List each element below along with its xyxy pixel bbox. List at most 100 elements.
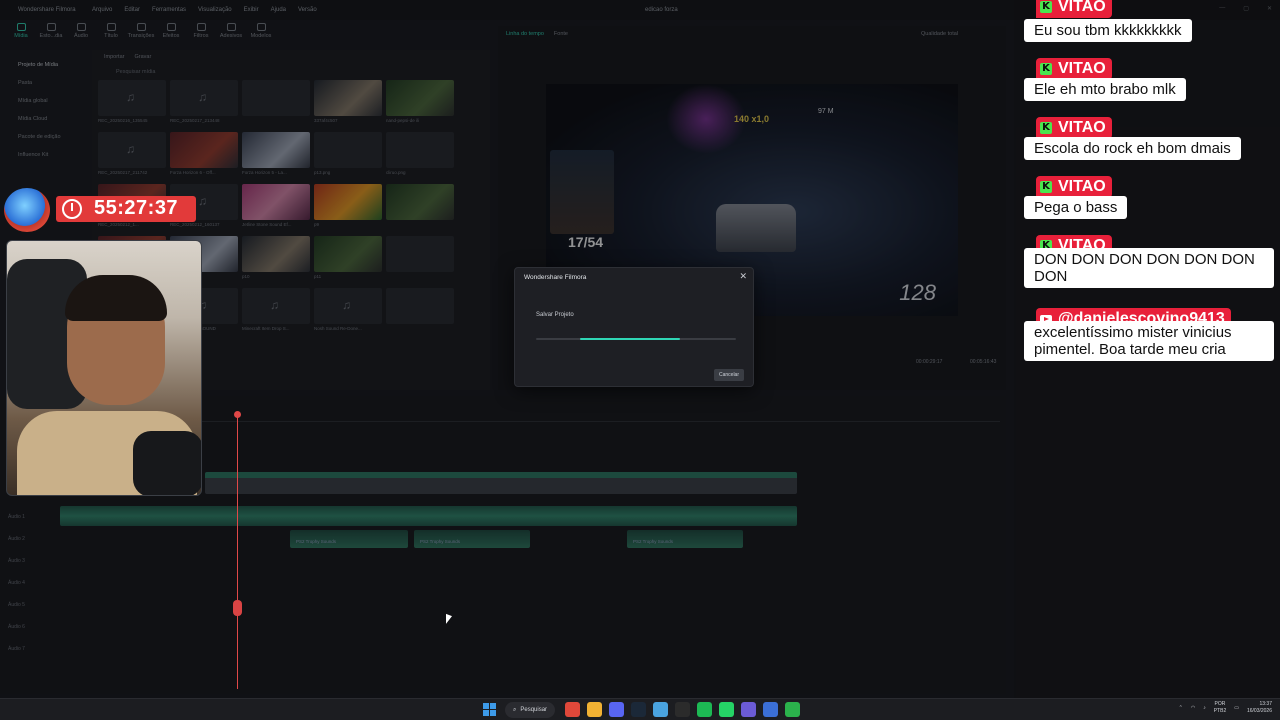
tool-audio[interactable]: Áudio [70,20,92,46]
media-item[interactable] [386,184,454,232]
sidebar-item-cloud-media[interactable]: Mídia Cloud [18,110,92,128]
tool-label: Transições [127,33,155,39]
media-item[interactable]: REC_20250217_213448 [170,80,238,128]
video-clip[interactable] [205,472,797,494]
media-item[interactable]: p9 [314,184,382,232]
taskbar-app-icon[interactable] [785,702,800,717]
media-item[interactable]: Minecraft Item Drop S... [242,288,310,336]
taskbar-app-icon[interactable] [697,702,712,717]
stock-icon [46,23,56,31]
sidebar-item-project-media[interactable]: Projeto de Mídia [18,56,92,74]
playhead-knob[interactable] [233,600,242,616]
playhead[interactable] [237,413,238,689]
taskbar-app-icon[interactable] [741,702,756,717]
media-item[interactable]: Nosh Sound Re-Done... [314,288,382,336]
progress-bar [536,338,736,340]
media-item[interactable]: Jetline Stone Sound Ef... [242,184,310,232]
taskbar-app-icon[interactable] [587,702,602,717]
media-item[interactable] [386,288,454,336]
menu-editar[interactable]: Editar [124,7,140,13]
chat-badge: K VITAO [1036,176,1112,198]
sfx-clip[interactable]: PS2 Trophy Sounds [414,530,530,548]
system-tray: ⌃ ◠ ♪ POR PTB2 ▭ 13:37 16/03/2026 [1179,701,1272,715]
sidebar-item-influence-kit[interactable]: Influence Kit [18,146,92,164]
tool-title[interactable]: Título [100,20,122,46]
menu-arquivo[interactable]: Arquivo [92,7,112,13]
media-item[interactable] [242,80,310,128]
tool-transitions[interactable]: Transições [127,20,155,46]
tab-timeline[interactable]: Linha do tempo [506,31,544,37]
chevron-up-icon[interactable]: ⌃ [1179,705,1183,711]
menu-ferramentas[interactable]: Ferramentas [152,7,186,13]
media-item[interactable]: REC_20250217_211742 [98,132,166,180]
wifi-icon[interactable]: ◠ [1191,705,1195,711]
templates-icon [256,23,266,31]
media-search-input[interactable]: Pesquisar mídia [92,64,490,80]
sidebar-item-edit-pack[interactable]: Pacote de edição [18,128,92,146]
kick-icon: K [1040,1,1052,13]
media-item[interactable]: p11 [314,236,382,284]
close-icon[interactable]: ✕ [739,271,747,282]
cancel-button[interactable]: Cancelar [714,369,744,381]
tool-stock-media[interactable]: Esto...dia [40,20,62,46]
media-item[interactable]: Forza Horizon 6 - Off... [170,132,238,180]
tool-templates[interactable]: Modelos [250,20,272,46]
hud-speed: 128 [899,280,936,305]
effects-icon [166,23,176,31]
media-item[interactable]: p10 [242,236,310,284]
media-item[interactable]: 337af4c507 [314,80,382,128]
notification-icon[interactable]: ▭ [1234,705,1239,711]
kick-icon: K [1040,63,1052,75]
tool-label: Filtros [193,33,209,39]
menu-visualizacao[interactable]: Visualização [198,7,232,13]
sidebar-item-global-media[interactable]: Mídia global [18,92,92,110]
tool-filters[interactable]: Filtros [190,20,212,46]
volume-icon[interactable]: ♪ [1203,705,1206,711]
taskbar-clock[interactable]: 13:37 16/03/2026 [1247,701,1272,715]
taskbar-search-label: Pesquisar [520,707,548,713]
taskbar-app-icon[interactable] [631,702,646,717]
sfx-clip[interactable]: PS2 Trophy Sounds [627,530,743,548]
tool-label: Mídia [14,33,28,39]
taskbar-app-icon[interactable] [719,702,734,717]
chat-text: excelentíssimo mister vinicius pimentel.… [1024,321,1274,361]
media-item[interactable]: p13.png [314,132,382,180]
screen: Wondershare Filmora Arquivo Editar Ferra… [0,0,1280,720]
taskbar-app-icon[interactable] [763,702,778,717]
taskbar-app-icon[interactable] [565,702,580,717]
tool-media[interactable]: Mídia [10,20,32,46]
chat-username: VITAO [1058,119,1106,136]
sfx-clip[interactable]: PS2 Trophy Sounds [290,530,408,548]
windows-start-icon[interactable] [483,703,496,716]
sidebar-item-folder[interactable]: Pasta [18,74,92,92]
total-time: 00:05:16:43 [970,359,997,365]
audio-clip[interactable] [60,506,797,526]
media-item[interactable]: Forza Horizon 5 - La... [242,132,310,180]
media-item[interactable] [386,236,454,284]
taskbar-app-icon[interactable] [653,702,668,717]
app-name: Wondershare Filmora [18,7,76,13]
media-item[interactable]: cliruo.png [386,132,454,180]
taskbar-app-icon[interactable] [609,702,624,717]
taskbar-search[interactable]: ⌕ Pesquisar [505,702,555,718]
media-item[interactable]: REC_20250216_135545 [98,80,166,128]
tab-source[interactable]: Fonte [554,31,568,37]
chat-text: DON DON DON DON DON DON DON [1024,248,1274,288]
menu-ajuda[interactable]: Ajuda [271,7,286,13]
language-indicator[interactable]: POR PTB2 [1214,701,1227,715]
document-title: edicao forza [645,7,678,13]
tool-effects[interactable]: Efeitos [160,20,182,46]
track-label: Áudio 5 [8,602,25,608]
chat-username: VITAO [1058,0,1106,15]
record-button[interactable]: Gravar [134,54,151,60]
transitions-icon [136,23,146,31]
import-button[interactable]: Importar [104,54,124,60]
tool-label: Título [104,33,118,39]
taskbar-app-icon[interactable] [675,702,690,717]
tool-stickers[interactable]: Adesivos [220,20,242,46]
quality-select[interactable]: Qualidade total [921,31,958,37]
menu-versao[interactable]: Versão [298,7,317,13]
chat-badge: K VITAO [1036,117,1112,139]
media-item[interactable]: nand-pepsi-de ili [386,80,454,128]
menu-exibir[interactable]: Exibir [244,7,259,13]
